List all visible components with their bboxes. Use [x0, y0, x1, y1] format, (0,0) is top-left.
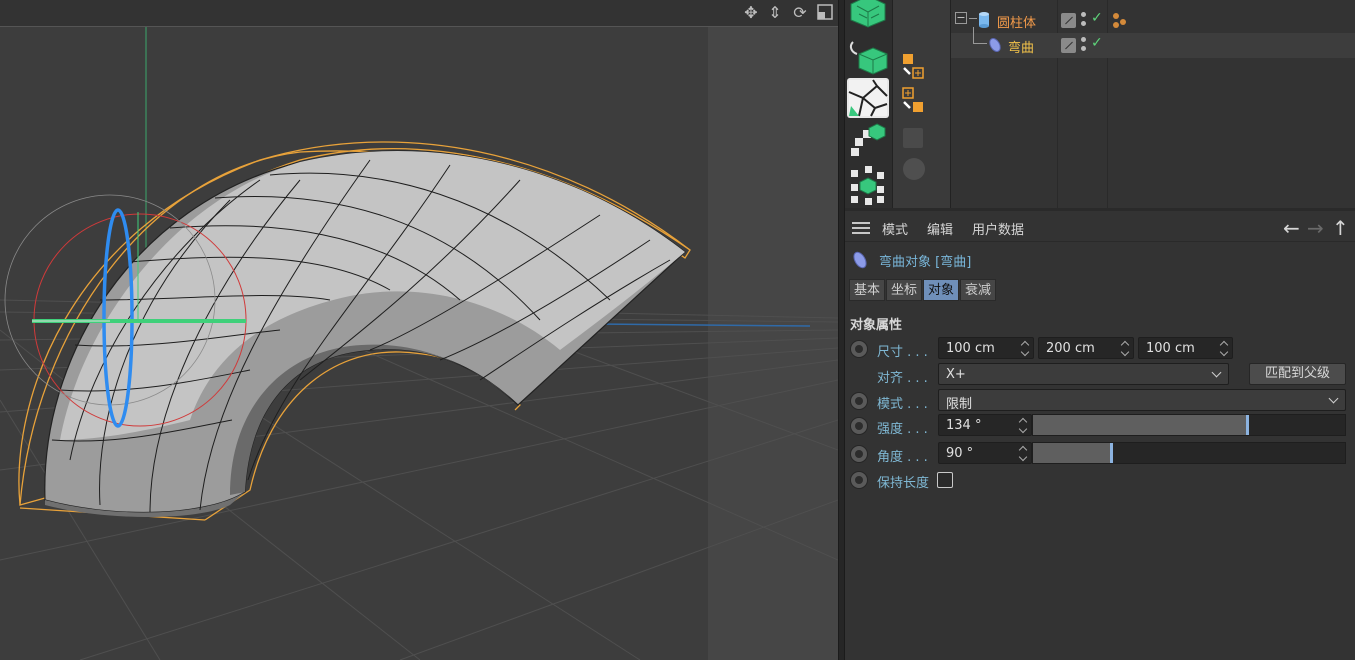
angle-slider[interactable] — [1032, 442, 1346, 464]
move-view-icon[interactable]: ✥ — [741, 3, 761, 23]
spinner-icon[interactable] — [1021, 340, 1030, 356]
animate-radio-icon[interactable] — [850, 340, 868, 358]
safe-frame-region — [708, 27, 838, 660]
hamburger-menu-icon[interactable] — [852, 222, 870, 234]
tab-object[interactable]: 对象 — [923, 279, 960, 301]
section-title: 对象属性 — [850, 318, 903, 333]
angle-slider-handle[interactable] — [1110, 443, 1113, 463]
strength-label: 强度 . . . — [877, 422, 928, 437]
strength-slider-fill — [1033, 415, 1247, 435]
bend-deformer-icon — [853, 251, 867, 269]
size-y-field[interactable]: 200 cm — [1038, 337, 1134, 359]
spinner-icon[interactable] — [1019, 445, 1028, 461]
bend-deformer-icon — [988, 37, 1002, 57]
match-to-parent-button[interactable]: 匹配到父级 — [1249, 363, 1346, 385]
object-name: 圆柱体 — [997, 16, 1037, 31]
tab-coordinates[interactable]: 坐标 — [886, 279, 923, 301]
up-arrow-icon[interactable]: ↑ — [1332, 216, 1349, 240]
object-title: 弯曲对象 [弯曲] — [851, 250, 971, 270]
strength-slider-handle[interactable] — [1246, 415, 1249, 435]
right-panel: − 圆柱体 ✓ 弯曲 ✓ 模式 编辑 用户数据 ← → ↑ 弯曲对象 [弯曲] … — [845, 0, 1355, 660]
mode-dropdown[interactable]: 限制 — [938, 389, 1346, 412]
enabled-check-icon[interactable]: ✓ — [1091, 10, 1103, 26]
voronoi-fracture-icon[interactable] — [847, 78, 889, 118]
animate-radio-icon[interactable] — [850, 417, 868, 435]
disabled-tool-icon — [903, 128, 923, 148]
animate-radio-icon[interactable] — [850, 445, 868, 463]
attribute-menubar: 模式 编辑 用户数据 ← → ↑ — [845, 214, 1355, 242]
animate-radio-icon[interactable] — [850, 392, 868, 410]
object-row-cylinder[interactable]: − 圆柱体 ✓ — [951, 8, 1355, 33]
viewport-canvas[interactable] — [0, 27, 838, 660]
layer-toggle-icon[interactable] — [1061, 13, 1076, 28]
angle-field[interactable]: 90 ° — [938, 442, 1032, 464]
strength-row: 强度 . . . 134 ° — [845, 414, 1355, 438]
object-manager: − 圆柱体 ✓ 弯曲 ✓ — [951, 0, 1355, 208]
animate-radio-icon[interactable] — [850, 471, 868, 489]
size-z-field[interactable]: 100 cm — [1138, 337, 1233, 359]
secondary-palette — [893, 0, 951, 208]
keep-length-checkbox[interactable] — [937, 472, 953, 488]
rotate-view-icon[interactable]: ⟳ — [790, 3, 810, 23]
orange-edge-icon[interactable] — [901, 86, 925, 120]
keep-length-label: 保持长度 — [877, 476, 930, 491]
mesh-cube-icon[interactable] — [847, 0, 889, 34]
layer-toggle-icon[interactable] — [1061, 38, 1076, 53]
align-label: 对齐 . . . — [877, 371, 928, 386]
spinner-icon[interactable] — [1121, 340, 1130, 356]
visibility-dots-icon[interactable] — [1081, 36, 1091, 54]
material-tag-icon[interactable] — [1111, 11, 1127, 33]
cylinder-icon — [978, 11, 990, 33]
menu-mode[interactable]: 模式 — [882, 219, 908, 238]
menu-user-data[interactable]: 用户数据 — [972, 219, 1024, 238]
dolly-view-icon[interactable]: ⇕ — [765, 3, 785, 23]
maximize-view-icon[interactable] — [815, 3, 835, 23]
disabled-sphere-icon — [903, 158, 925, 180]
size-label: 尺寸 . . . — [877, 345, 928, 360]
cube-generator-icon[interactable] — [847, 38, 889, 78]
visibility-dots-icon[interactable] — [1081, 11, 1091, 29]
tab-falloff[interactable]: 衰减 — [960, 279, 997, 301]
back-arrow-icon[interactable]: ← — [1283, 216, 1300, 240]
spinner-icon[interactable] — [1220, 340, 1229, 356]
spinner-icon[interactable] — [1019, 417, 1028, 433]
object-title-text: 弯曲对象 [弯曲] — [879, 255, 972, 270]
object-row-bend[interactable]: 弯曲 ✓ — [951, 27, 1355, 58]
angle-slider-fill — [1033, 443, 1111, 463]
object-palette — [845, 0, 893, 208]
align-dropdown[interactable]: X+ — [938, 363, 1229, 385]
chevron-down-icon — [1328, 393, 1339, 404]
orange-point-icon[interactable] — [901, 52, 925, 86]
mode-row: 模式 . . . 限制 — [845, 389, 1355, 413]
object-name: 弯曲 — [1008, 41, 1035, 56]
strength-slider[interactable] — [1032, 414, 1346, 436]
forward-arrow-icon[interactable]: → — [1307, 216, 1324, 240]
mograph-cloner-icon[interactable] — [847, 122, 889, 162]
viewport-header: ✥ ⇕ ⟳ — [0, 0, 838, 27]
angle-label: 角度 . . . — [877, 450, 928, 465]
angle-row: 角度 . . . 90 ° — [845, 442, 1355, 466]
keep-length-row: 保持长度 — [845, 468, 1355, 492]
attribute-manager: 模式 编辑 用户数据 ← → ↑ 弯曲对象 [弯曲] 基本 坐标 对象 衰减 对… — [845, 208, 1355, 660]
app-root: ✥ ⇕ ⟳ − 圆柱体 ✓ 弯曲 ✓ 模式 编辑 用户数据 ← → ↑ 弯曲对象… — [0, 0, 1355, 660]
chevron-down-icon — [1211, 367, 1222, 378]
size-x-field[interactable]: 100 cm — [938, 337, 1034, 359]
collapse-toggle-icon[interactable]: − — [955, 12, 967, 24]
panel-splitter[interactable] — [838, 0, 845, 660]
enabled-check-icon[interactable]: ✓ — [1091, 35, 1103, 51]
strength-field[interactable]: 134 ° — [938, 414, 1032, 436]
tab-basic[interactable]: 基本 — [849, 279, 886, 301]
size-row: 尺寸 . . . 100 cm 200 cm 100 cm — [845, 337, 1355, 361]
matrix-icon[interactable] — [847, 164, 889, 205]
menu-edit[interactable]: 编辑 — [927, 219, 953, 238]
3d-viewport[interactable]: ✥ ⇕ ⟳ — [0, 0, 838, 660]
align-row: 对齐 . . . X+ 匹配到父级 — [845, 363, 1355, 387]
mode-label: 模式 . . . — [877, 397, 928, 412]
